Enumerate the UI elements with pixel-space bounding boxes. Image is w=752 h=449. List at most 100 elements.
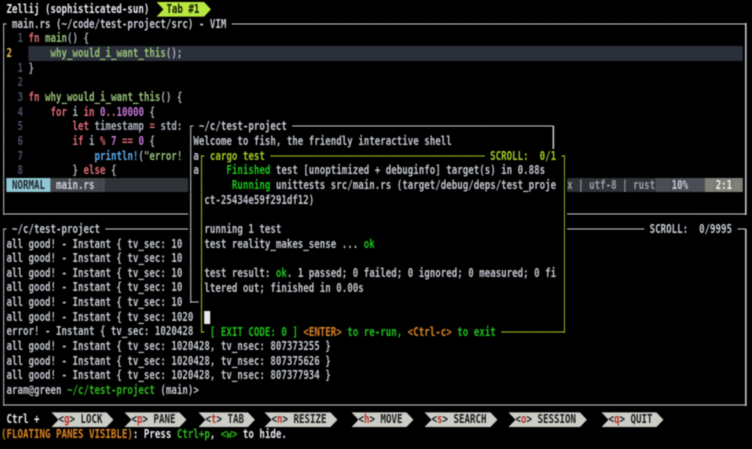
text-segment: 4	[7, 105, 29, 119]
text-segment: cargo test	[210, 149, 265, 163]
text-segment	[331, 339, 743, 353]
text-segment: let	[72, 119, 88, 133]
text-segment: ,	[210, 427, 221, 441]
vim-buffer-line: │ 2 │	[1, 75, 749, 90]
text-segment: >	[527, 412, 538, 426]
shell-output-line: │all good! - Instant { tv_sec: 1020428, …	[1, 368, 749, 383]
shell-prompt: │aram@green ~/c/test-project (main)> │	[1, 383, 749, 398]
pane-border-line	[564, 155, 565, 332]
text-segment	[204, 163, 226, 177]
text-segment	[204, 310, 561, 324]
keybind-ribbon-session[interactable]: <o> SESSION	[508, 412, 586, 427]
text-segment: >	[143, 412, 154, 426]
text-segment	[204, 251, 561, 265]
vim-pane-title[interactable]: ┌ main.rs (~/code/test-project/src) - VI…	[1, 17, 749, 32]
pane-border-line	[745, 23, 746, 215]
text-segment: SEARCH	[454, 412, 487, 426]
pane-border-line	[190, 126, 191, 303]
zellij-top-bar: Zellij (sophisticated-sun)Tab #1	[1, 2, 749, 17]
keybind-ribbon-search[interactable]: <s> SEARCH	[424, 412, 497, 427]
text-segment: Running	[232, 178, 270, 192]
text-segment	[155, 105, 743, 119]
text-segment: Ctrl+p	[177, 427, 210, 441]
text-segment: 2:1	[716, 178, 732, 192]
text-segment: Welcome to fish, the friendly interactiv…	[193, 134, 451, 148]
text-segment	[281, 222, 561, 236]
text-segment: o	[521, 412, 527, 426]
text-segment: 8	[7, 163, 29, 177]
text-segment	[204, 207, 561, 221]
text-segment: <	[200, 412, 211, 426]
fish-pane-title[interactable]: ┌ ~/c/test-project ─────────────────────…	[188, 119, 556, 134]
tab-ribbon[interactable]: Tab #1	[157, 2, 211, 17]
text-segment: <	[510, 412, 521, 426]
text-segment: 2	[7, 46, 29, 60]
text-segment: test [unoptimized + debuginfo] target(s)…	[270, 163, 545, 177]
text-segment: 10000	[116, 105, 143, 119]
keybind-ribbon-quit[interactable]: <q> QUIT	[601, 412, 663, 427]
text-segment: to exit	[452, 325, 501, 339]
text-segment: >	[620, 412, 631, 426]
text-segment	[204, 295, 561, 309]
text-segment: NORMAL	[7, 178, 51, 192]
text-segment	[28, 105, 50, 119]
text-segment: LOCK	[81, 412, 103, 426]
text-segment	[182, 90, 743, 104]
text-segment: why_would_i_want_this	[50, 46, 165, 60]
text-segment: TAB	[228, 412, 244, 426]
text-segment: ~/c/test-project	[12, 222, 100, 236]
text-segment: ==	[122, 134, 133, 148]
text-segment: fn	[28, 31, 39, 45]
text-segment	[34, 61, 743, 75]
text-segment: main	[45, 31, 67, 45]
text-segment: >	[370, 412, 381, 426]
text-segment: 10%	[672, 178, 688, 192]
text-segment	[199, 383, 743, 397]
text-segment: i	[67, 105, 83, 119]
text-segment	[314, 193, 561, 207]
keybind-ribbon-tab[interactable]: <t> TAB	[198, 412, 254, 427]
cargo-output-line: │ Running unittests src/main.rs (target/…	[199, 178, 567, 193]
keybind-ribbon-move[interactable]: <h> MOVE	[351, 412, 413, 427]
text-segment: timestamp	[89, 119, 149, 133]
cargo-output-line: │running 1 test │	[199, 222, 567, 237]
text-segment: 6	[7, 134, 29, 148]
cargo-test-floating-pane[interactable]: ┌ cargo test ───────────────────────────…	[199, 149, 567, 340]
text-segment: ();	[166, 46, 182, 60]
text-segment: all good! - Instant { tv_sec: 1020	[7, 310, 194, 324]
text-segment	[331, 354, 743, 368]
text-segment: 5	[7, 119, 29, 133]
text-segment: println!	[94, 149, 138, 163]
text-segment: (FLOATING PANES VISIBLE)	[1, 427, 133, 441]
text-segment: all good! - Instant { tv_sec: 1020428, t…	[7, 368, 331, 382]
keybind-ribbon-pane[interactable]: <p> PANE	[124, 412, 186, 427]
text-segment: test result:	[204, 266, 275, 280]
text-segment: to hide.	[237, 427, 286, 441]
text-segment: >	[443, 412, 454, 426]
text-segment: 1	[7, 31, 29, 45]
text-segment: else	[83, 163, 105, 177]
text-segment: all good! - Instant { tv_sec: 10	[7, 266, 183, 280]
text-segment: <Ctrl-c>	[408, 325, 452, 339]
text-segment	[28, 149, 94, 163]
text-segment: why_would_i_want_this	[45, 90, 160, 104]
text-segment: i	[83, 134, 99, 148]
text-segment: all good! - Instant { tv_sec: 10	[7, 280, 183, 294]
cargo-output-line: │ Finished test [unoptimized + debuginfo…	[199, 163, 567, 178]
pane-border-line	[201, 155, 202, 332]
text-segment: ────────────────────────────────────────…	[7, 398, 744, 412]
text-segment	[705, 178, 716, 192]
text-segment: 7	[111, 134, 117, 148]
text-segment	[89, 31, 743, 45]
bottom-pane-bottom-border: └───────────────────────────────────────…	[1, 398, 749, 413]
text-segment: ok	[276, 266, 287, 280]
text-segment: ────────────────────────────────────────…	[226, 17, 743, 31]
cargo-pane-title[interactable]: ┌ cargo test ───────────────────────────…	[199, 149, 567, 164]
pane-border-line	[3, 23, 4, 215]
cargo-pane-exit-border: └ [ EXIT CODE: 0 ] <ENTER> to re-run, <C…	[199, 325, 567, 340]
text-segment	[61, 383, 67, 397]
keybind-ribbon-resize[interactable]: <n> RESIZE	[264, 412, 337, 427]
keybind-ribbon-lock[interactable]: <g> LOCK	[51, 412, 113, 427]
text-segment: [ EXIT CODE: 0 ]	[210, 325, 303, 339]
text-segment: ltered out; finished in 0.00s	[204, 281, 363, 295]
